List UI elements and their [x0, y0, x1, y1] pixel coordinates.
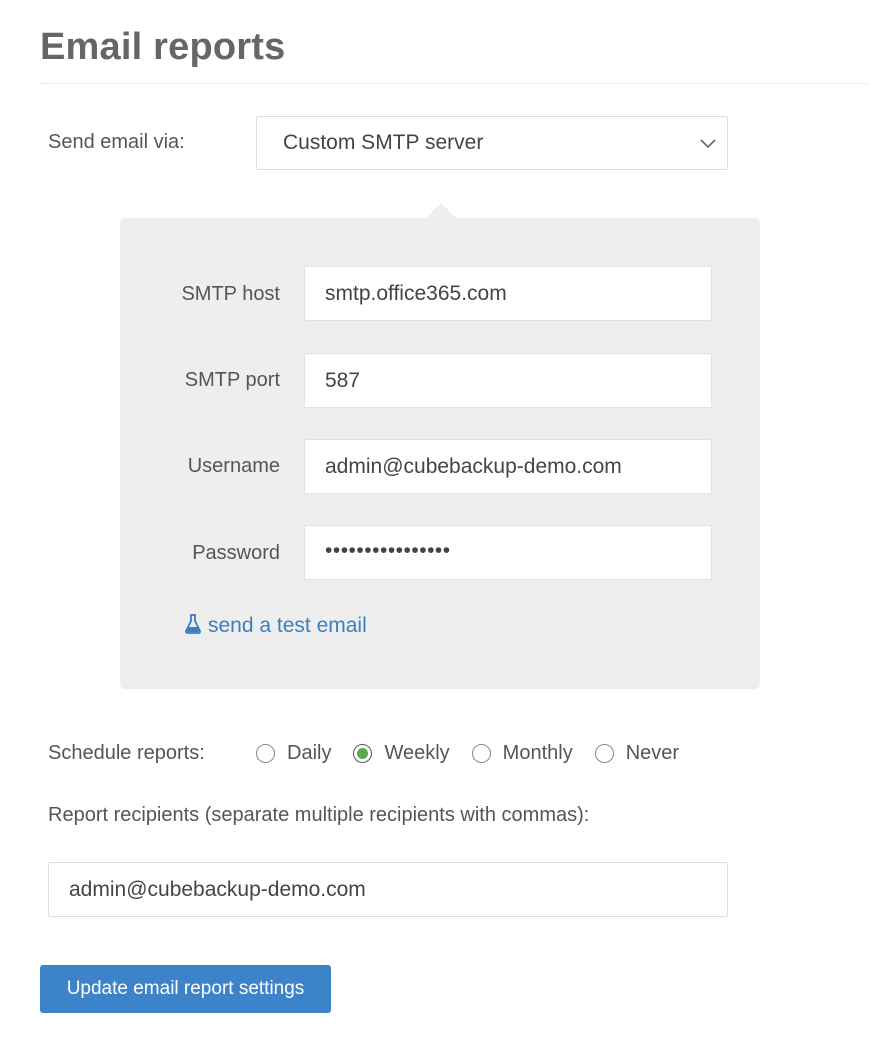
schedule-option-monthly[interactable]: Monthly — [471, 741, 573, 765]
password-value: •••••••••••••••• — [325, 539, 451, 562]
send-test-email-link[interactable]: send a test email — [184, 614, 367, 638]
panel-pointer — [425, 203, 457, 219]
schedule-option-never[interactable]: Never — [594, 741, 680, 765]
update-settings-button[interactable]: Update email report settings — [40, 965, 331, 1013]
username-value: admin@cubebackup-demo.com — [325, 455, 622, 478]
title-divider — [40, 83, 868, 84]
radio-button[interactable] — [594, 743, 614, 763]
smtp-port-value: 587 — [325, 369, 361, 392]
send-via-selected-value: Custom SMTP server — [283, 131, 484, 154]
send-test-email-label: send a test email — [208, 614, 367, 637]
schedule-label: Schedule reports: — [48, 742, 205, 764]
chevron-down-icon — [700, 139, 716, 149]
page-title: Email reports — [40, 26, 286, 68]
schedule-option-label: Never — [625, 741, 680, 764]
smtp-host-input[interactable]: smtp.office365.com — [304, 266, 712, 321]
password-input[interactable]: •••••••••••••••• — [304, 525, 712, 580]
schedule-option-label: Weekly — [384, 741, 450, 764]
radio-button[interactable] — [471, 743, 491, 763]
smtp-host-label: SMTP host — [181, 283, 280, 305]
schedule-option-weekly[interactable]: Weekly — [353, 741, 450, 765]
radio-button[interactable] — [256, 743, 275, 763]
recipients-label: Report recipients (separate multiple rec… — [48, 804, 590, 826]
recipients-value: admin@cubebackup-demo.com — [69, 878, 366, 901]
send-via-label: Send email via: — [48, 131, 185, 153]
radio-button-checked[interactable] — [353, 743, 373, 763]
schedule-option-label: Monthly — [502, 741, 573, 764]
flask-icon — [185, 614, 201, 634]
recipients-input[interactable]: admin@cubebackup-demo.com — [48, 862, 728, 917]
schedule-option-label: Daily — [287, 741, 332, 764]
username-label: Username — [187, 455, 280, 477]
smtp-port-input[interactable]: 587 — [304, 353, 712, 408]
send-via-select[interactable]: Custom SMTP server — [256, 116, 728, 170]
schedule-option-daily[interactable]: Daily — [256, 742, 331, 765]
username-input[interactable]: admin@cubebackup-demo.com — [304, 439, 712, 494]
schedule-radio-group: Daily Weekly Monthly Never — [256, 738, 701, 768]
smtp-host-value: smtp.office365.com — [325, 282, 507, 305]
smtp-port-label: SMTP port — [184, 369, 280, 391]
password-label: Password — [192, 542, 280, 564]
